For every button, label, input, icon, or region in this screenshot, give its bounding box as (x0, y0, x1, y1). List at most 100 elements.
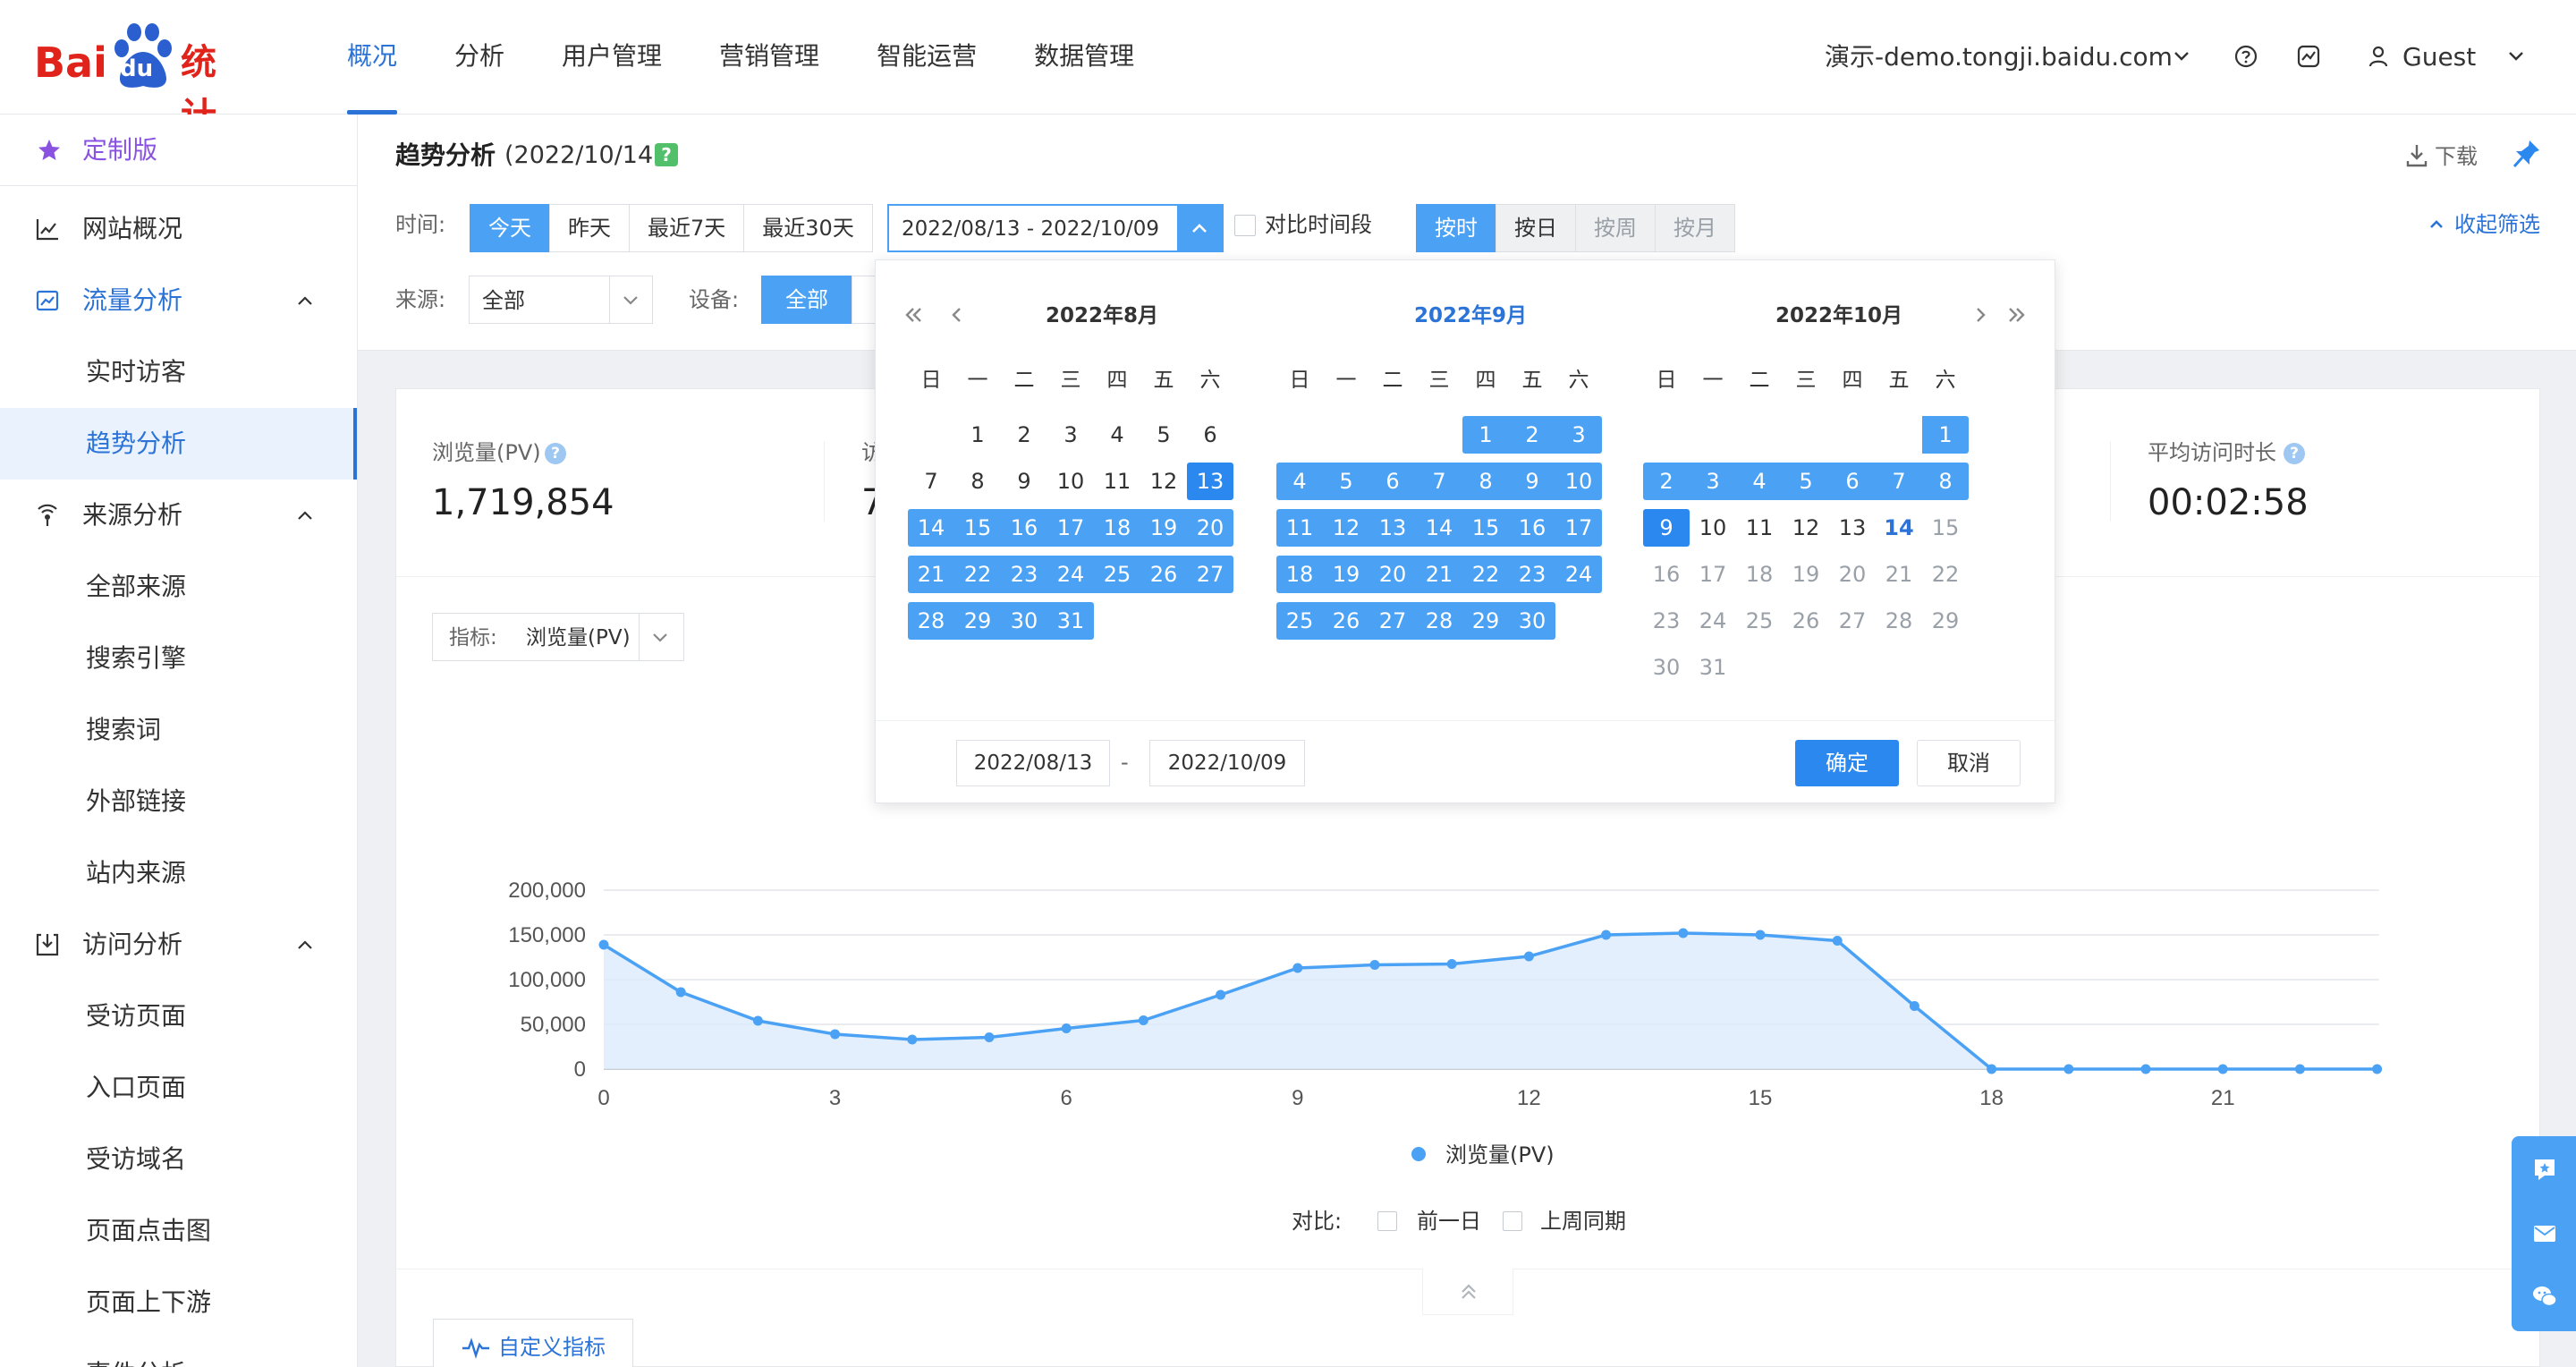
calendar-day[interactable]: 15 (1922, 509, 1969, 547)
data-point[interactable] (1987, 1064, 1997, 1074)
legend-marker[interactable] (1411, 1147, 1426, 1161)
yesterday-button[interactable]: 昨天 (549, 204, 630, 252)
calendar-day[interactable]: 23 (1643, 602, 1690, 640)
calendar-day[interactable]: 23 (1001, 556, 1047, 593)
calendar-day[interactable]: 15 (1462, 509, 1509, 547)
device-all-button[interactable]: 全部 (761, 276, 852, 324)
sidebar-item-event-analysis[interactable]: 事件分析 (0, 1338, 357, 1367)
calendar-day[interactable]: 8 (1922, 463, 1969, 500)
wechat-icon[interactable] (2531, 1283, 2558, 1310)
calendar-day[interactable]: 25 (1736, 602, 1783, 640)
calendar-day[interactable]: 7 (1416, 463, 1462, 500)
calendar-day[interactable]: 21 (908, 556, 954, 593)
sidebar-item-traffic-analysis[interactable]: 流量分析 (0, 265, 357, 336)
data-point[interactable] (1678, 928, 1689, 938)
calendar-day[interactable]: 24 (1047, 556, 1094, 593)
info-icon[interactable]: ? (2284, 443, 2305, 464)
calendar-day[interactable]: 18 (1736, 556, 1783, 593)
sidebar-item-external-links[interactable]: 外部链接 (0, 766, 357, 837)
feedback-icon[interactable] (2531, 1156, 2558, 1183)
data-point[interactable] (830, 1029, 841, 1040)
by-week-button[interactable]: 按周 (1575, 204, 1656, 252)
calendar-day[interactable]: 4 (1094, 416, 1140, 454)
calendar-day[interactable]: 2 (1509, 416, 1555, 454)
by-day-button[interactable]: 按日 (1496, 204, 1576, 252)
calendar-day[interactable]: 20 (1369, 556, 1416, 593)
calendar-day[interactable]: 27 (1369, 602, 1416, 640)
calendar-day[interactable]: 29 (1462, 602, 1509, 640)
data-point[interactable] (2294, 1064, 2305, 1074)
sidebar-item-visited-domains[interactable]: 受访域名 (0, 1124, 357, 1195)
calendar-day[interactable]: 26 (1323, 602, 1369, 640)
calendar-day[interactable]: 13 (1829, 509, 1876, 547)
calendar-day[interactable]: 5 (1140, 416, 1187, 454)
calendar-day[interactable]: 16 (1001, 509, 1047, 547)
sidebar-item-realtime-visitors[interactable]: 实时访客 (0, 336, 357, 408)
calendar-day[interactable]: 10 (1555, 463, 1602, 500)
nav-overview[interactable]: 概况 (347, 0, 398, 115)
calendar-day[interactable]: 6 (1829, 463, 1876, 500)
data-point[interactable] (1523, 951, 1534, 962)
calendar-day[interactable]: 8 (1462, 463, 1509, 500)
calendar-day[interactable]: 14 (1876, 509, 1922, 547)
sidebar-item-visit-analysis[interactable]: 访问分析 (0, 909, 357, 981)
calendar-day[interactable]: 3 (1555, 416, 1602, 454)
calendar-day[interactable]: 11 (1276, 509, 1323, 547)
confirm-button[interactable]: 确定 (1795, 740, 1899, 786)
info-icon[interactable]: ? (545, 443, 566, 464)
calendar-day[interactable]: 15 (954, 509, 1001, 547)
today-button[interactable]: 今天 (470, 204, 550, 252)
chevron-down-icon[interactable] (2503, 43, 2529, 70)
pin-icon[interactable] (2512, 138, 2542, 172)
nav-smart-ops[interactable]: 智能运营 (877, 0, 977, 115)
data-point[interactable] (1061, 1023, 1072, 1033)
compare-prev-day-checkbox[interactable] (1377, 1211, 1397, 1231)
calendar-day[interactable]: 28 (908, 602, 954, 640)
calendar-day[interactable]: 26 (1140, 556, 1187, 593)
calendar-day[interactable]: 12 (1783, 509, 1829, 547)
user-name[interactable]: Guest (2402, 39, 2476, 75)
data-point[interactable] (2217, 1064, 2228, 1074)
date-range-toggle[interactable] (1177, 206, 1222, 252)
chevron-up-icon[interactable] (292, 287, 318, 314)
legend-label[interactable]: 浏览量(PV) (1445, 1140, 1555, 1170)
calendar-day[interactable]: 25 (1276, 602, 1323, 640)
data-point[interactable] (1216, 989, 1226, 1000)
calendar-day[interactable]: 3 (1047, 416, 1094, 454)
calendar-day[interactable]: 4 (1276, 463, 1323, 500)
calendar-day[interactable]: 19 (1140, 509, 1187, 547)
sidebar-item-entry-pages[interactable]: 入口页面 (0, 1052, 357, 1124)
calendar-day[interactable]: 13 (1369, 509, 1416, 547)
calendar-day[interactable]: 1 (1922, 416, 1969, 454)
sidebar-item-click-map[interactable]: 页面点击图 (0, 1195, 357, 1267)
chevron-down-icon[interactable] (2168, 43, 2195, 70)
calendar-day[interactable]: 14 (908, 509, 954, 547)
calendar-day[interactable]: 9 (1643, 509, 1690, 547)
compare-period-checkbox[interactable] (1234, 215, 1256, 236)
calendar-day[interactable]: 24 (1690, 602, 1736, 640)
calendar-day[interactable]: 19 (1323, 556, 1369, 593)
calendar-day[interactable]: 20 (1829, 556, 1876, 593)
data-point[interactable] (752, 1015, 763, 1026)
indicator-select[interactable]: 指标: 浏览量(PV) (432, 613, 684, 661)
next-year-icon[interactable] (2004, 303, 2028, 327)
start-date-input[interactable]: 2022/08/13 (956, 740, 1110, 786)
calendar-day[interactable]: 11 (1736, 509, 1783, 547)
sidebar-item-page-flow[interactable]: 页面上下游 (0, 1267, 357, 1338)
data-point[interactable] (598, 939, 609, 950)
mail-icon[interactable] (2531, 1220, 2558, 1247)
calendar-day[interactable]: 27 (1187, 556, 1233, 593)
data-point[interactable] (1138, 1015, 1148, 1025)
calendar-day[interactable]: 23 (1509, 556, 1555, 593)
by-hour-button[interactable]: 按时 (1416, 204, 1496, 252)
nav-data-management[interactable]: 数据管理 (1034, 0, 1134, 115)
calendar-day[interactable]: 21 (1416, 556, 1462, 593)
calendar-day[interactable]: 9 (1001, 463, 1047, 500)
sidebar-item-search-terms[interactable]: 搜索词 (0, 694, 357, 766)
data-point[interactable] (1832, 936, 1843, 946)
calendar-day[interactable]: 28 (1876, 602, 1922, 640)
sidebar-item-search-engines[interactable]: 搜索引擎 (0, 623, 357, 694)
next-month-icon[interactable] (1969, 303, 1992, 327)
sidebar-item-site-overview[interactable]: 网站概况 (0, 193, 357, 265)
prev-month-icon[interactable] (945, 303, 969, 327)
